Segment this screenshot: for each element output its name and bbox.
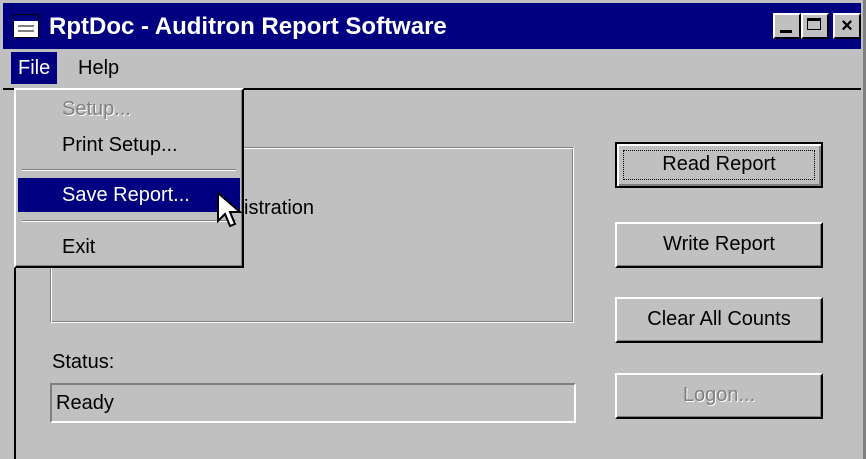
- write-report-button[interactable]: Write Report: [615, 222, 823, 268]
- menu-item-exit[interactable]: Exit: [18, 230, 240, 264]
- menu-help[interactable]: Help: [71, 52, 126, 84]
- minimize-button[interactable]: [773, 13, 801, 39]
- write-report-label: Write Report: [663, 233, 775, 255]
- menu-item-setup[interactable]: Setup...: [18, 92, 240, 126]
- maximize-button[interactable]: [801, 13, 829, 39]
- logon-label: Logon...: [682, 384, 756, 406]
- status-label: Status:: [52, 351, 115, 373]
- clear-all-counts-button[interactable]: Clear All Counts: [615, 297, 823, 343]
- logon-button[interactable]: Logon...: [615, 373, 823, 419]
- menu-item-save-report[interactable]: Save Report...: [18, 178, 240, 212]
- file-menu-dropdown: Setup... Print Setup... Save Report... E…: [14, 88, 244, 268]
- menu-bar: File Help: [3, 52, 861, 84]
- title-bar[interactable]: RptDoc - Auditron Report Software ×: [3, 3, 861, 49]
- app-icon[interactable]: [13, 14, 39, 38]
- status-field: Ready: [50, 383, 576, 423]
- menu-separator: [22, 169, 236, 171]
- window-title: RptDoc - Auditron Report Software: [49, 13, 447, 40]
- menu-separator: [22, 220, 236, 222]
- close-icon: ×: [841, 15, 853, 37]
- group-option-label: istration: [244, 197, 315, 219]
- menu-file[interactable]: File: [11, 52, 58, 84]
- focus-rectangle: [623, 150, 815, 180]
- mouse-pointer-icon: [217, 191, 243, 228]
- app-window: RptDoc - Auditron Report Software × File…: [0, 0, 866, 459]
- read-report-button[interactable]: Read Report: [615, 142, 823, 188]
- menu-item-print-setup[interactable]: Print Setup...: [18, 128, 240, 162]
- clear-all-counts-label: Clear All Counts: [647, 308, 791, 330]
- close-button[interactable]: ×: [833, 13, 861, 39]
